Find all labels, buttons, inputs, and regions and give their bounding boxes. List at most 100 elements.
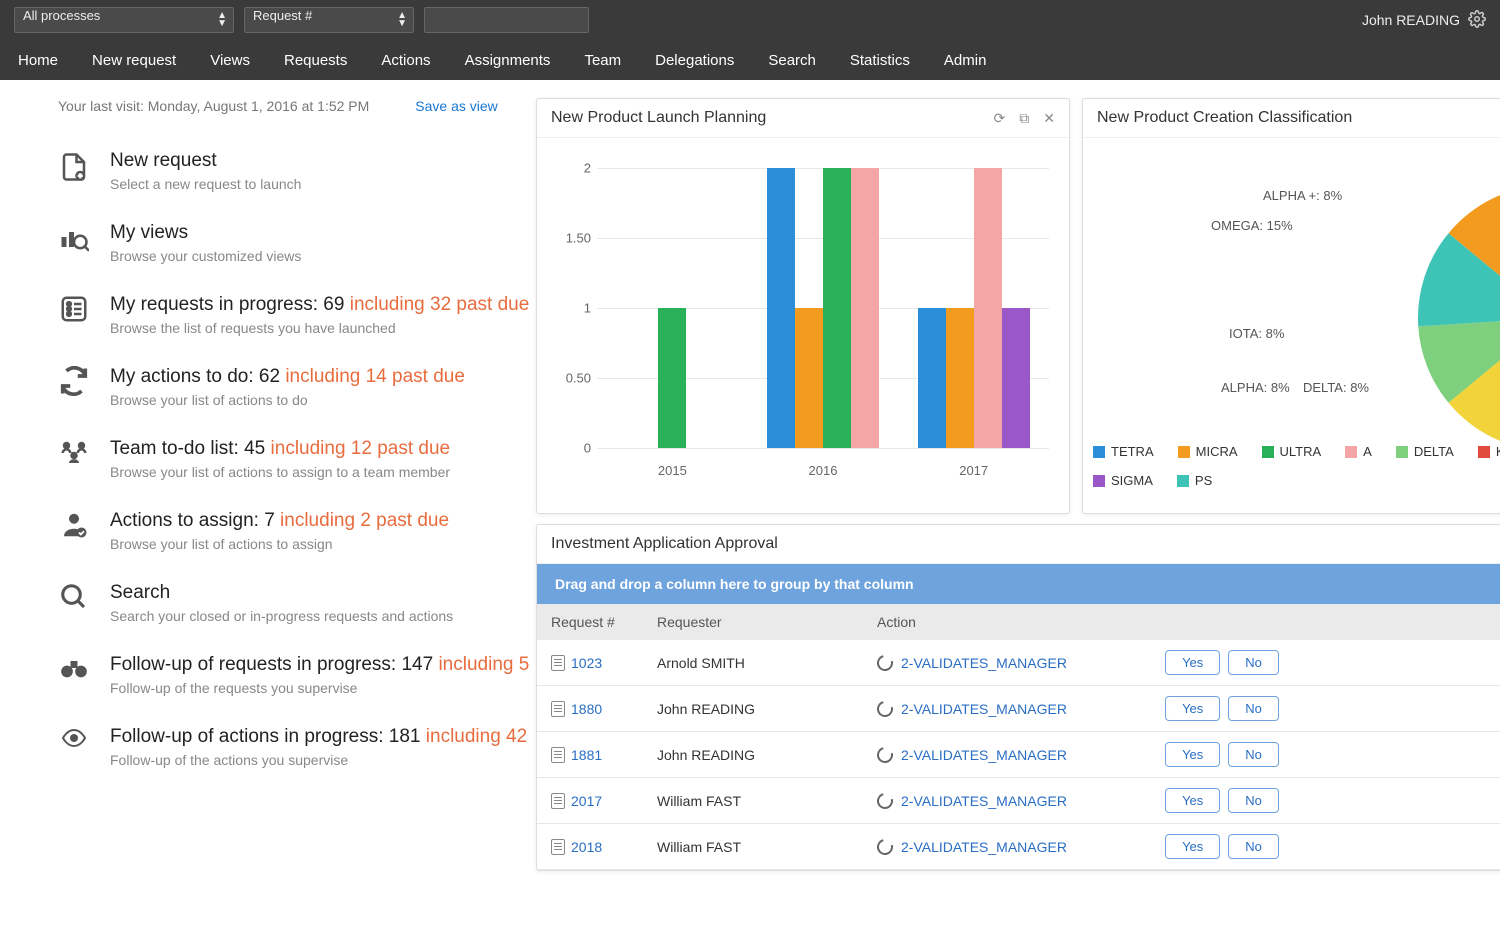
yes-button[interactable]: Yes bbox=[1165, 834, 1220, 859]
process-select[interactable]: All processes ▲▼ bbox=[14, 7, 234, 33]
refresh-icon bbox=[58, 366, 90, 408]
request-link[interactable]: 1880 bbox=[571, 701, 602, 717]
process-select-value: All processes bbox=[23, 8, 100, 23]
action-link[interactable]: 2-VALIDATES_MANAGER bbox=[901, 793, 1067, 809]
pastdue-text: including 12 past due bbox=[271, 438, 451, 459]
action-link[interactable]: 2-VALIDATES_MANAGER bbox=[901, 701, 1067, 717]
legend-swatch bbox=[1093, 446, 1105, 458]
x-tick: 2017 bbox=[898, 463, 1049, 478]
yes-button[interactable]: Yes bbox=[1165, 650, 1220, 675]
tile-my-requests[interactable]: My requests in progress: 69 including 32… bbox=[58, 294, 530, 336]
bar bbox=[946, 308, 974, 448]
request-link[interactable]: 2018 bbox=[571, 839, 602, 855]
refresh-icon[interactable]: ⟳ bbox=[994, 110, 1006, 127]
panel-creation-classification: New Product Creation Classification ALPH… bbox=[1082, 98, 1500, 514]
user-area: John READING bbox=[1362, 10, 1486, 31]
yes-button[interactable]: Yes bbox=[1165, 742, 1220, 767]
action-link[interactable]: 2-VALIDATES_MANAGER bbox=[901, 747, 1067, 763]
legend-item: PS bbox=[1177, 473, 1212, 488]
cycle-icon bbox=[874, 744, 896, 766]
legend-swatch bbox=[1396, 446, 1408, 458]
table-row: 1881John READING2-VALIDATES_MANAGERYesNo bbox=[537, 732, 1500, 778]
bar bbox=[823, 168, 851, 448]
bar bbox=[974, 168, 1002, 448]
legend-item: A bbox=[1345, 444, 1372, 459]
save-as-view-link[interactable]: Save as view bbox=[415, 98, 497, 114]
pie-label: IOTA: 8% bbox=[1229, 326, 1284, 341]
pie-label: ALPHA +: 8% bbox=[1263, 188, 1342, 203]
no-button[interactable]: No bbox=[1228, 742, 1279, 767]
request-link[interactable]: 2017 bbox=[571, 793, 602, 809]
legend-label: TETRA bbox=[1111, 444, 1154, 459]
group-by-bar[interactable]: Drag and drop a column here to group by … bbox=[537, 564, 1500, 604]
eye-icon bbox=[58, 726, 90, 768]
tile-team-todo[interactable]: Team to-do list: 45 including 12 past du… bbox=[58, 438, 530, 480]
tile-followup-requests[interactable]: Follow-up of requests in progress: 147 i… bbox=[58, 654, 530, 696]
binoculars-icon bbox=[58, 654, 90, 696]
no-button[interactable]: No bbox=[1228, 650, 1279, 675]
top-search-input[interactable] bbox=[424, 7, 589, 33]
tile-search[interactable]: Search Search your closed or in-progress… bbox=[58, 582, 530, 624]
expand-icon[interactable]: ⧉ bbox=[1019, 110, 1029, 127]
action-link[interactable]: 2-VALIDATES_MANAGER bbox=[901, 655, 1067, 671]
nav-delegations[interactable]: Delegations bbox=[655, 52, 734, 69]
tile-sub: Browse your list of actions to do bbox=[110, 392, 465, 408]
nav-views[interactable]: Views bbox=[210, 52, 250, 69]
main-nav: Home New request Views Requests Actions … bbox=[0, 40, 1500, 80]
document-icon bbox=[551, 655, 565, 671]
nav-home[interactable]: Home bbox=[18, 52, 58, 69]
y-tick: 1 bbox=[584, 301, 591, 316]
tile-sub: Browse the list of requests you have lau… bbox=[110, 320, 529, 336]
tile-title: My actions to do: 62 including 14 past d… bbox=[110, 366, 465, 388]
team-icon bbox=[58, 438, 90, 480]
no-button[interactable]: No bbox=[1228, 834, 1279, 859]
close-icon[interactable]: ✕ bbox=[1043, 110, 1055, 127]
action-link[interactable]: 2-VALIDATES_MANAGER bbox=[901, 839, 1067, 855]
table-row: 2017William FAST2-VALIDATES_MANAGERYesNo bbox=[537, 778, 1500, 824]
legend-swatch bbox=[1262, 446, 1274, 458]
tile-sub: Browse your customized views bbox=[110, 248, 301, 264]
tile-followup-actions[interactable]: Follow-up of actions in progress: 181 in… bbox=[58, 726, 530, 768]
legend-swatch bbox=[1178, 446, 1190, 458]
tile-my-actions[interactable]: My actions to do: 62 including 14 past d… bbox=[58, 366, 530, 408]
document-icon bbox=[551, 747, 565, 763]
tile-my-views[interactable]: My views Browse your customized views bbox=[58, 222, 530, 264]
pie-label: OMEGA: 15% bbox=[1211, 218, 1293, 233]
request-select-value: Request # bbox=[253, 8, 312, 23]
tile-actions-assign[interactable]: Actions to assign: 7 including 2 past du… bbox=[58, 510, 530, 552]
nav-requests[interactable]: Requests bbox=[284, 52, 347, 69]
tile-new-request[interactable]: New request Select a new request to laun… bbox=[58, 150, 530, 192]
nav-team[interactable]: Team bbox=[584, 52, 621, 69]
y-tick: 2 bbox=[584, 161, 591, 176]
requester-cell: John READING bbox=[657, 701, 877, 717]
yes-button[interactable]: Yes bbox=[1165, 696, 1220, 721]
no-button[interactable]: No bbox=[1228, 788, 1279, 813]
cycle-icon bbox=[874, 790, 896, 812]
legend-label: A bbox=[1363, 444, 1372, 459]
legend-label: PS bbox=[1195, 473, 1212, 488]
nav-statistics[interactable]: Statistics bbox=[850, 52, 910, 69]
request-link[interactable]: 1023 bbox=[571, 655, 602, 671]
table-header: Request # Requester Action Inv bbox=[537, 604, 1500, 640]
panel-investment-approval: Investment Application Approval Drag and… bbox=[536, 524, 1500, 871]
chevron-updown-icon: ▲▼ bbox=[397, 12, 407, 28]
request-select[interactable]: Request # ▲▼ bbox=[244, 7, 414, 33]
nav-new-request[interactable]: New request bbox=[92, 52, 176, 69]
col-header-request[interactable]: Request # bbox=[537, 614, 657, 630]
nav-assignments[interactable]: Assignments bbox=[465, 52, 551, 69]
request-link[interactable]: 1881 bbox=[571, 747, 602, 763]
no-button[interactable]: No bbox=[1228, 696, 1279, 721]
col-header-inv[interactable]: Inv bbox=[1307, 614, 1500, 630]
yes-button[interactable]: Yes bbox=[1165, 788, 1220, 813]
nav-admin[interactable]: Admin bbox=[944, 52, 987, 69]
nav-actions[interactable]: Actions bbox=[381, 52, 430, 69]
col-header-requester[interactable]: Requester bbox=[657, 614, 877, 630]
gear-icon[interactable] bbox=[1468, 10, 1486, 31]
nav-search[interactable]: Search bbox=[768, 52, 816, 69]
bar-chart: 00.5011.502 201520162017 bbox=[537, 138, 1069, 498]
x-tick: 2015 bbox=[597, 463, 748, 478]
legend-item: SIGMA bbox=[1093, 473, 1153, 488]
col-header-action[interactable]: Action bbox=[877, 614, 1137, 630]
legend-item: ULTRA bbox=[1262, 444, 1322, 459]
legend-label: ULTRA bbox=[1280, 444, 1322, 459]
